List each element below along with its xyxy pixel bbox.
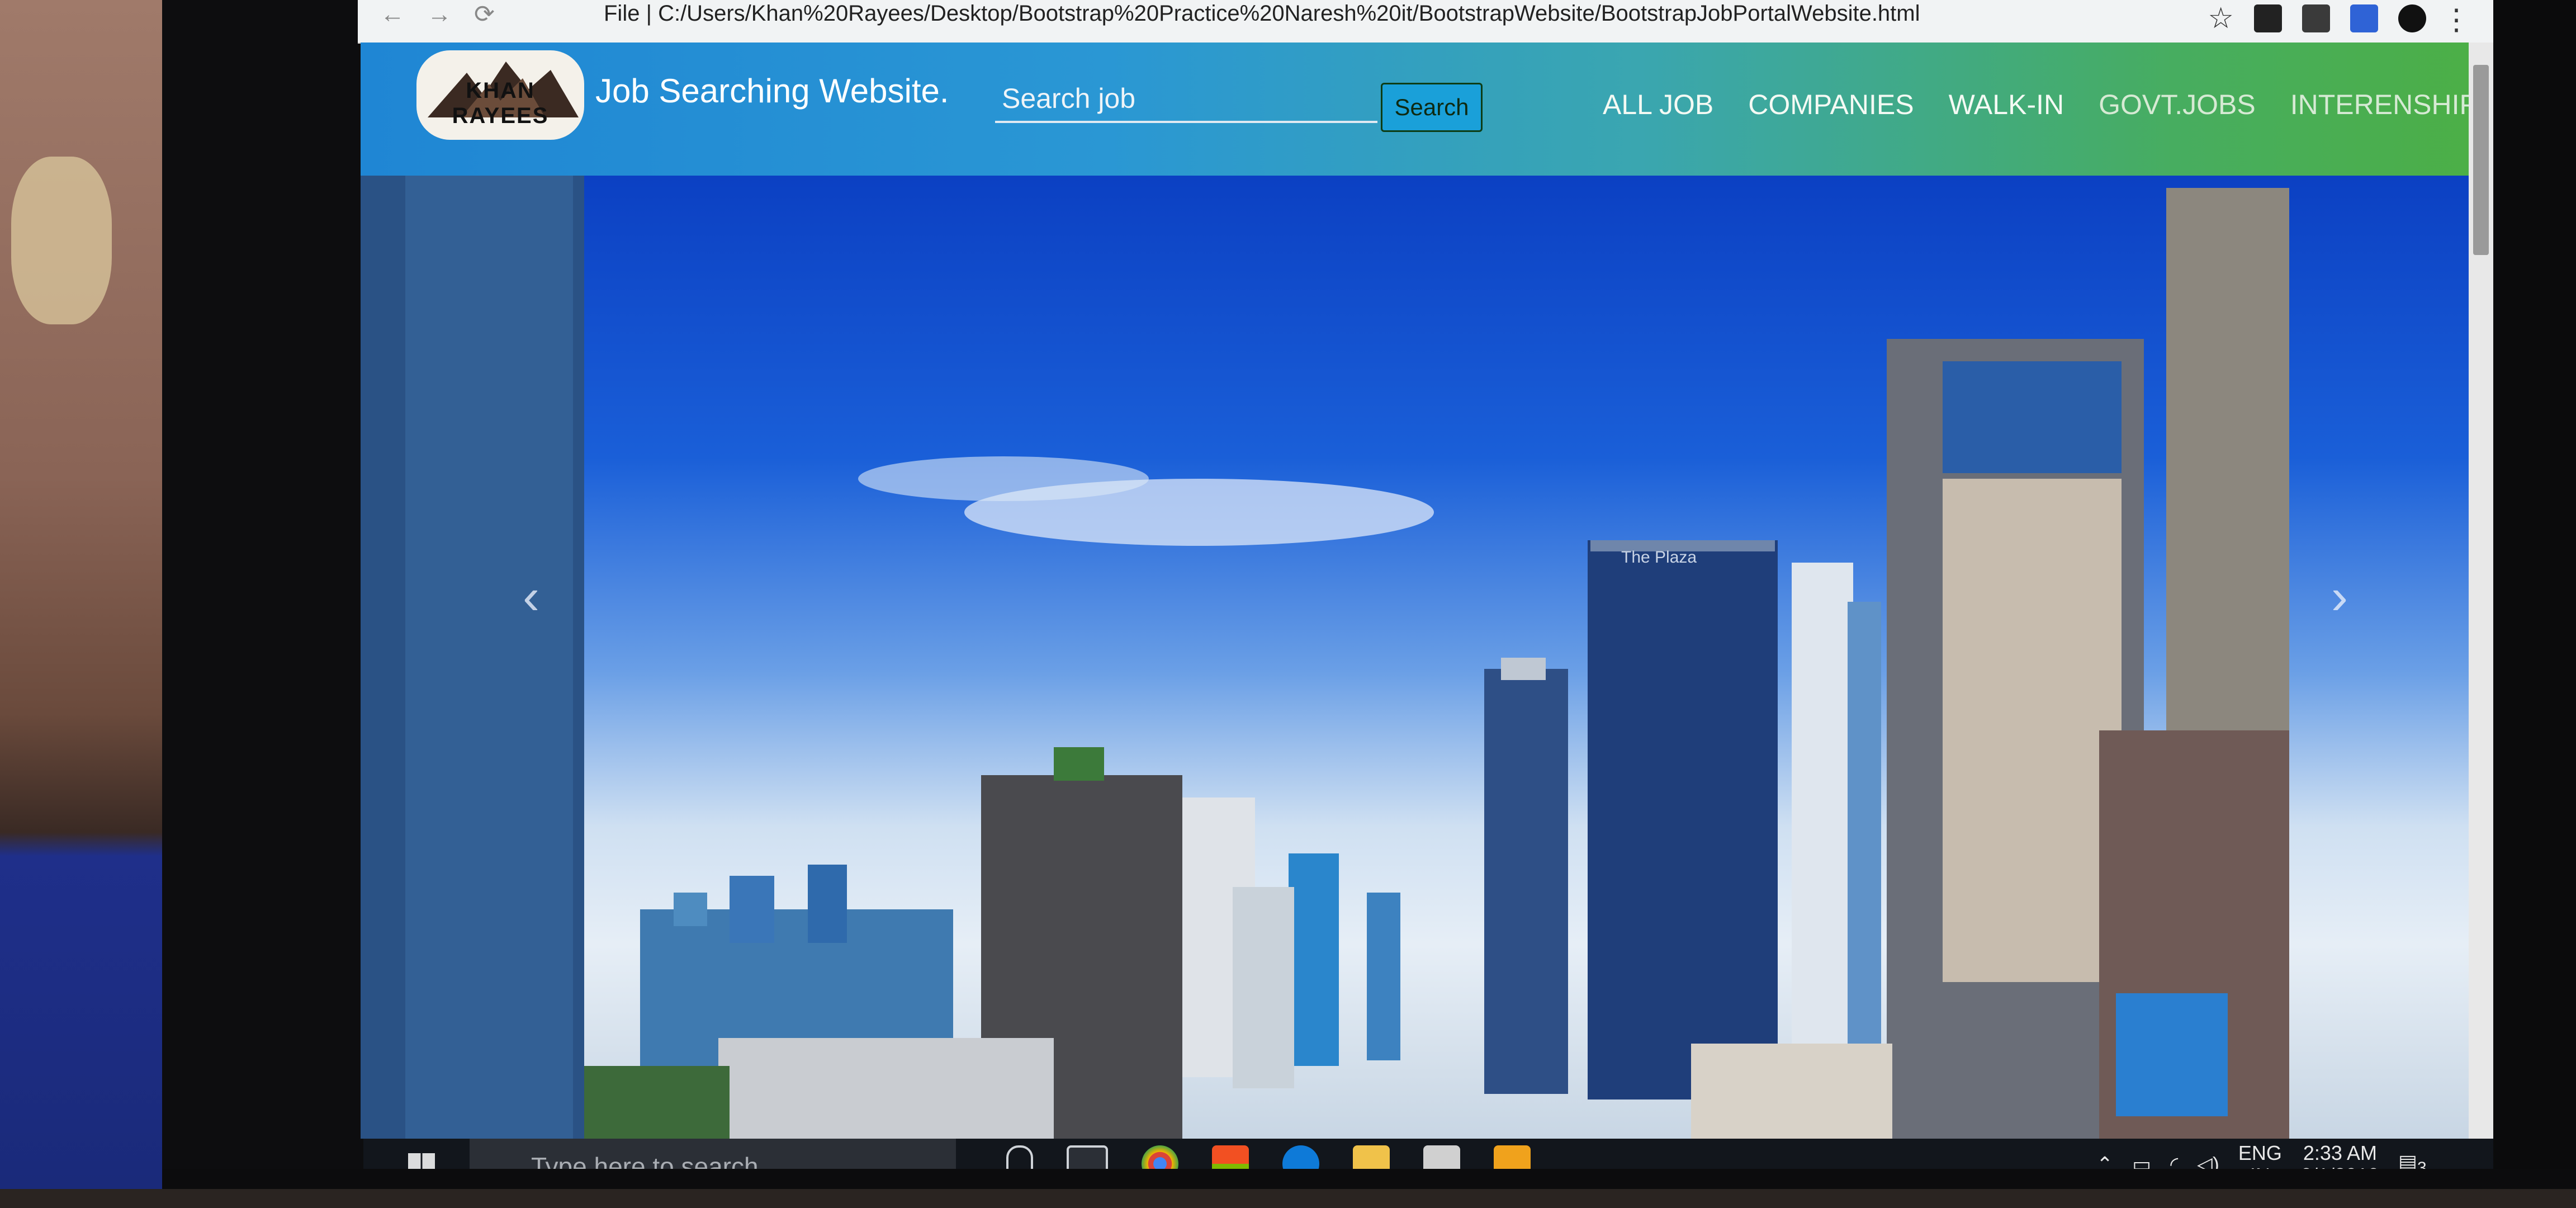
website-viewport: The Plaza ‹ › KHAN RAYEES Job Searching … — [361, 43, 2493, 1139]
extension-icon-2[interactable] — [2302, 4, 2330, 32]
browser-nav-icons[interactable]: ←→⟳ — [380, 0, 517, 29]
language-code: ENG — [2238, 1141, 2282, 1164]
nav-all-job[interactable]: ALL JOB — [1603, 88, 1713, 121]
chevron-left-icon[interactable]: ‹ — [523, 568, 539, 626]
bookmark-star-icon[interactable]: ☆ — [2208, 4, 2234, 33]
profile-avatar-icon[interactable] — [2398, 4, 2426, 32]
browser-address-bar[interactable]: ←→⟳ File | C:/Users/Khan%20Rayees/Deskto… — [358, 0, 2493, 44]
address-url[interactable]: File | C:/Users/Khan%20Rayees/Desktop/Bo… — [604, 1, 1920, 26]
extension-icon-1[interactable] — [2254, 4, 2282, 32]
nav-internship[interactable]: INTERENSHIP — [2290, 88, 2478, 121]
chevron-right-icon[interactable]: › — [2331, 568, 2348, 626]
wall-decoration — [11, 157, 112, 324]
page-scrollbar[interactable] — [2469, 43, 2493, 1139]
nav-govt-jobs[interactable]: GOVT.JOBS — [2099, 88, 2256, 121]
building-sign: The Plaza — [1621, 548, 1697, 567]
logo-text: KHAN RAYEES — [452, 78, 549, 128]
main-nav: ALL JOB COMPANIES WALK-IN GOVT.JOBS INTE… — [1603, 88, 2478, 121]
monitor-bezel-right — [2493, 0, 2576, 1189]
nav-companies[interactable]: COMPANIES — [1748, 88, 1914, 121]
site-navbar: KHAN RAYEES Job Searching Website. Searc… — [361, 43, 2493, 176]
site-logo[interactable]: KHAN RAYEES — [416, 50, 584, 140]
search-button[interactable]: Search — [1381, 83, 1483, 132]
clock-time: 2:33 AM — [2303, 1141, 2377, 1164]
site-brand[interactable]: Job Searching Website. — [595, 72, 949, 110]
nav-walk-in[interactable]: WALK-IN — [1949, 88, 2064, 121]
search-input[interactable] — [995, 76, 1377, 123]
background-wall — [0, 0, 173, 1189]
city-skyline-image: The Plaza — [361, 166, 2289, 1139]
monitor-bezel-bottom — [162, 1169, 2576, 1189]
scrollbar-thumb[interactable] — [2473, 65, 2489, 255]
browser-menu-icon[interactable]: ⋮ — [2442, 3, 2471, 37]
extension-icon-3[interactable] — [2350, 4, 2378, 32]
monitor-bezel-left — [162, 0, 363, 1189]
hero-carousel: The Plaza ‹ › — [361, 166, 2493, 1139]
browser-extensions: ☆ — [2208, 4, 2426, 33]
